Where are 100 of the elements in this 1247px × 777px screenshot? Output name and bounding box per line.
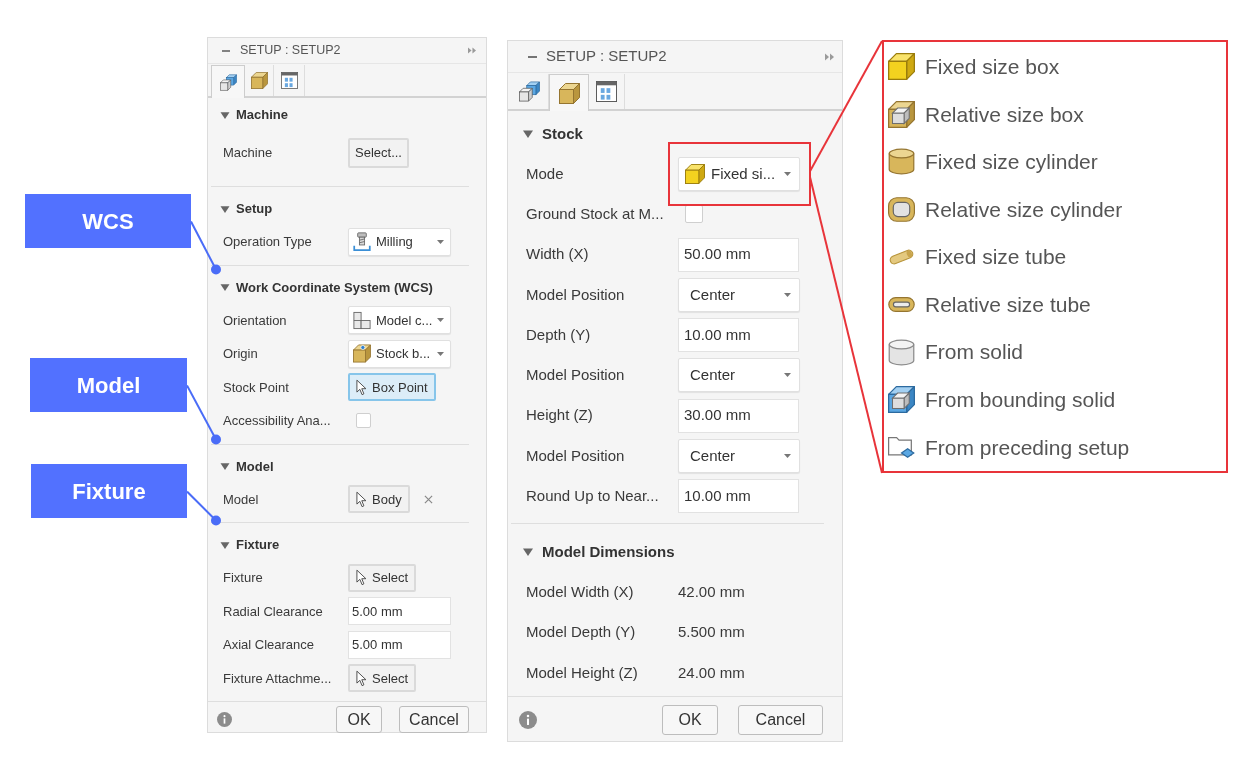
dropdown-option[interactable]: Fixed size box <box>884 43 1226 91</box>
dropdown[interactable]: Model c... <box>348 306 452 335</box>
select-button[interactable]: Select <box>348 563 417 592</box>
caret-icon <box>784 292 791 297</box>
input-field[interactable]: 30.00 mm <box>678 398 799 433</box>
close-icon[interactable] <box>423 494 433 504</box>
cubes-icon <box>219 73 237 91</box>
caret-icon <box>437 351 444 356</box>
caret-icon <box>784 453 791 458</box>
dialog-button[interactable]: OK <box>336 706 382 733</box>
value-text: 5.500 mm <box>678 622 745 643</box>
field-label: Origin <box>223 345 259 363</box>
dropdown[interactable]: Stock b... <box>348 339 451 368</box>
dropdown-option[interactable]: From bounding solid <box>884 375 1226 424</box>
dropdown-option[interactable]: Fixed size tube <box>884 233 1226 281</box>
field-label: Model Position <box>526 284 626 305</box>
double-arrow-icon[interactable] <box>468 47 476 54</box>
tab[interactable] <box>549 74 589 111</box>
tool-icon <box>353 232 371 252</box>
section-header[interactable]: Model Dimensions <box>511 535 824 570</box>
field-label: Stock Point <box>223 378 290 397</box>
minimize-icon[interactable] <box>222 49 230 52</box>
box-icon <box>250 72 268 89</box>
info-icon[interactable] <box>519 710 537 729</box>
field-label: Operation Type <box>223 233 313 251</box>
minimize-icon[interactable] <box>528 55 537 58</box>
leader-line <box>187 384 221 445</box>
dropdown-option[interactable]: Relative size tube <box>884 280 1226 329</box>
dropdown[interactable]: Milling <box>348 227 451 256</box>
checkbox[interactable] <box>356 413 371 429</box>
select-button[interactable]: Body <box>348 485 410 514</box>
field-label: Orientation <box>223 311 288 330</box>
field-label: Model Position <box>526 445 626 466</box>
select-button[interactable]: Box Point <box>348 373 436 402</box>
framed-cube-icon <box>888 100 915 128</box>
box-icon <box>558 82 580 104</box>
input-field[interactable]: 5.00 mm <box>348 597 451 626</box>
cubes-icon <box>519 81 540 102</box>
dropdown[interactable]: Center <box>678 358 800 393</box>
slot-tube-icon <box>888 297 915 313</box>
cursor-icon <box>356 378 367 396</box>
dropdown-option[interactable]: Relative size box <box>884 90 1226 139</box>
section-header[interactable]: Fixture <box>211 529 469 561</box>
cylinder-icon <box>888 148 915 176</box>
dropdown-option[interactable]: From preceding setup <box>884 423 1226 472</box>
cursor-icon <box>356 490 367 508</box>
callout-label: WCS <box>25 194 191 248</box>
blocks-icon <box>353 310 371 330</box>
field-label: Fixture Attachme... <box>223 669 333 688</box>
window-icon <box>280 72 298 89</box>
callout-label: Fixture <box>31 464 187 518</box>
field-label: Model <box>223 490 260 509</box>
input-field[interactable]: 5.00 mm <box>348 630 451 659</box>
dialog-button[interactable]: Cancel <box>738 704 823 735</box>
caret-icon <box>784 172 791 177</box>
cylinder-icon <box>888 338 915 366</box>
cube-dot-icon <box>353 344 371 364</box>
double-arrow-icon[interactable] <box>825 52 834 61</box>
leader-line <box>191 220 221 275</box>
dropdown[interactable]: Fixed si... <box>678 157 800 192</box>
input-field[interactable]: 10.00 mm <box>678 318 799 353</box>
field-label: Depth (Y) <box>526 324 592 345</box>
section-header[interactable]: Stock <box>511 117 824 151</box>
select-button[interactable]: Select... <box>348 137 409 168</box>
tab[interactable] <box>211 65 245 98</box>
section-header[interactable]: Work Coordinate System (WCS) <box>211 271 469 304</box>
cube-icon <box>685 164 705 185</box>
value-text: 24.00 mm <box>678 662 745 683</box>
field-label: Ground Stock at M... <box>526 204 665 225</box>
field-label: Model Width (X) <box>526 582 635 603</box>
caret-icon <box>437 239 444 244</box>
dropdown-option[interactable]: Fixed size cylinder <box>884 138 1226 186</box>
field-label: Model Position <box>526 365 626 386</box>
section-header[interactable]: Model <box>211 450 469 483</box>
dialog-button[interactable]: OK <box>662 704 718 735</box>
framed-cube-icon <box>888 386 915 414</box>
panel-title: SETUP : SETUP2 <box>240 42 341 60</box>
cube-icon <box>888 53 915 81</box>
field-label: Model Height (Z) <box>526 662 639 683</box>
leader-line <box>187 490 221 526</box>
section-header[interactable]: Setup <box>211 193 469 225</box>
dropdown-option[interactable]: Relative size cylinder <box>884 185 1226 234</box>
dialog-button[interactable]: Cancel <box>399 706 469 733</box>
field-label: Height (Z) <box>526 405 594 426</box>
dropdown-option[interactable]: From solid <box>884 328 1226 376</box>
field-label: Axial Clearance <box>223 636 316 654</box>
dropdown[interactable]: Center <box>678 277 800 312</box>
section-header[interactable]: Machine <box>211 99 469 131</box>
field-label: Round Up to Near... <box>526 485 660 506</box>
window-icon <box>596 81 617 102</box>
dropdown[interactable]: Center <box>678 438 800 473</box>
input-field[interactable]: 50.00 mm <box>678 237 799 272</box>
info-icon[interactable] <box>217 712 232 727</box>
select-button[interactable]: Select <box>348 664 417 693</box>
caret-icon <box>437 318 445 323</box>
cursor-icon <box>356 569 367 587</box>
input-field[interactable]: 10.00 mm <box>678 479 799 514</box>
field-label: Model Depth (Y) <box>526 622 637 643</box>
field-label: Width (X) <box>526 244 590 265</box>
cursor-icon <box>356 669 367 687</box>
